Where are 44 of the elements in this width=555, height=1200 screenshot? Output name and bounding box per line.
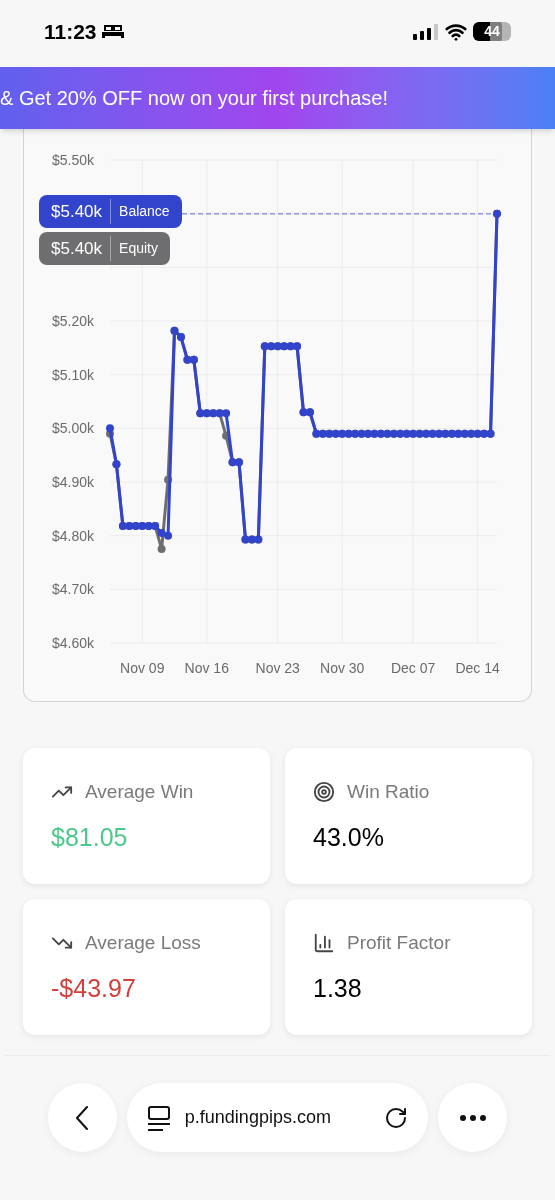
x-axis-label: Dec 14 <box>455 660 500 676</box>
back-icon <box>76 1105 89 1130</box>
data-point <box>164 475 173 484</box>
bar-chart-icon <box>313 932 335 955</box>
tooltip-value: $5.40k <box>51 235 112 262</box>
data-point <box>222 409 231 418</box>
status-time: 11:23 <box>44 18 97 45</box>
tooltip-series-name: Balance <box>118 202 170 221</box>
stat-label: Average Win <box>85 780 194 804</box>
x-axis-label: Nov 09 <box>120 660 165 676</box>
stat-label: Win Ratio <box>347 780 430 804</box>
x-axis-label: Dec 07 <box>390 660 436 676</box>
data-point <box>157 545 166 554</box>
x-axis-label: Nov 23 <box>255 660 300 676</box>
y-axis-label: $5.50k <box>51 152 94 168</box>
bed-icon <box>100 22 125 41</box>
y-axis-label: $4.80k <box>51 527 94 544</box>
target-icon <box>313 781 335 804</box>
stat-value: $81.05 <box>51 821 128 853</box>
y-axis-label: $4.90k <box>51 474 94 490</box>
stat-value: 1.38 <box>313 972 362 1004</box>
stat-value: 43.0% <box>313 821 384 853</box>
address-bar[interactable]: p.fundingpips.com <box>126 1083 429 1152</box>
reload-icon[interactable] <box>384 1105 409 1130</box>
data-point <box>164 531 173 540</box>
stat-value: -$43.97 <box>51 972 136 1004</box>
more-icon <box>459 1114 486 1121</box>
y-axis-label: $5.00k <box>51 420 94 437</box>
y-axis-label: $4.60k <box>51 635 94 651</box>
tooltip-series-name: Equity <box>118 239 158 258</box>
promo-banner[interactable]: & Get 20% OFF now on your first purchase! <box>0 67 555 129</box>
signal-icon <box>413 23 439 40</box>
page-menu-icon <box>146 1104 171 1131</box>
stat-label: Average Loss <box>85 931 201 955</box>
x-axis-label: Nov 16 <box>184 660 229 676</box>
x-axis-label: Nov 30 <box>320 660 365 676</box>
promo-text: & Get 20% OFF now on your first purchase! <box>0 86 388 111</box>
stat-label: Profit Factor <box>347 931 451 955</box>
y-axis-label: $5.20k <box>51 313 94 329</box>
y-axis-label: $4.70k <box>51 581 94 598</box>
tooltip-value: $5.40k <box>51 198 112 225</box>
url-text: p.fundingpips.com <box>184 1106 332 1129</box>
y-axis-label: $5.10k <box>51 366 94 383</box>
data-point <box>222 431 231 440</box>
